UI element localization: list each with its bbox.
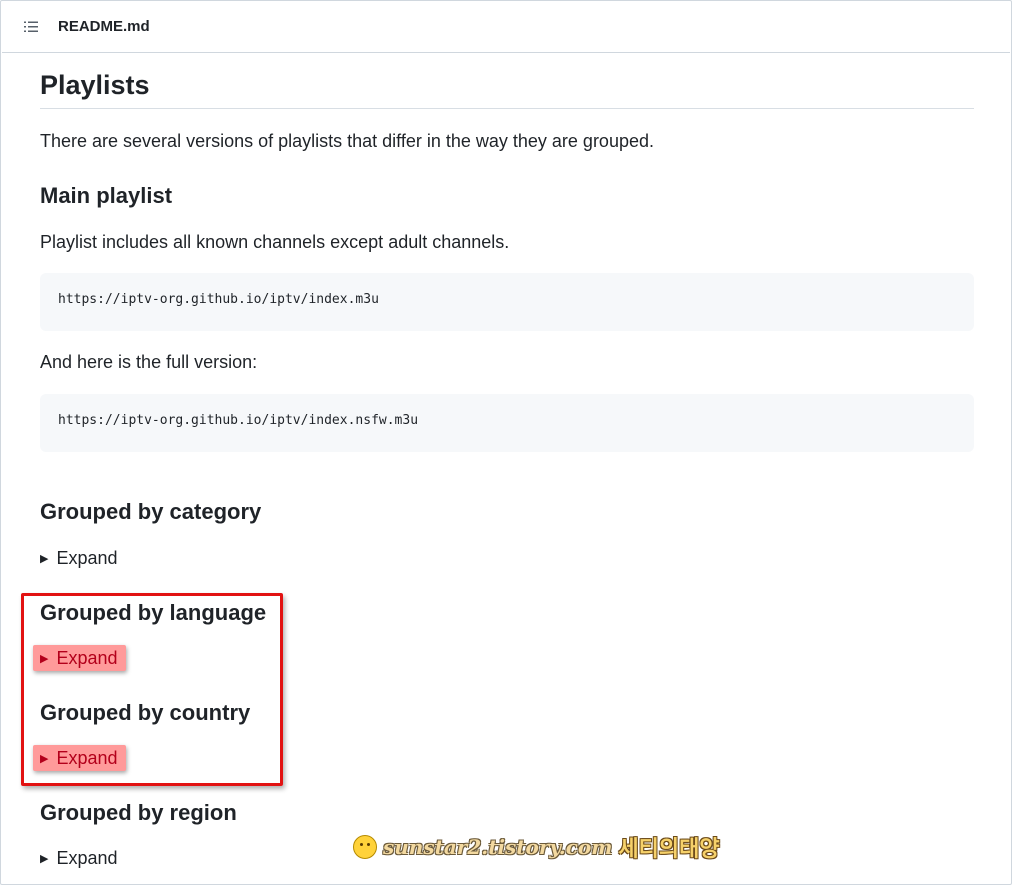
main-playlist-heading: Main playlist <box>40 183 173 208</box>
expand-label: Expand <box>56 547 118 568</box>
category-expand-toggle[interactable]: ▶ Expand <box>40 545 118 571</box>
watermark-site: sunstar2.tistory.com <box>383 835 613 859</box>
category-heading: Grouped by category <box>40 499 262 524</box>
file-header: README.md <box>2 2 1010 53</box>
full-version-paragraph: And here is the full version: <box>40 352 258 372</box>
readme-panel: README.md Playlists There are several ve… <box>0 0 1012 885</box>
watermark-korean: 세티의태양 <box>618 837 720 862</box>
triangle-right-icon: ▶ <box>40 852 49 865</box>
file-name: README.md <box>58 18 150 35</box>
highlight-annotation-box <box>21 593 283 786</box>
full-version-code-block[interactable]: https://iptv-org.github.io/iptv/index.ns… <box>40 394 974 452</box>
main-playlist-code-block[interactable]: https://iptv-org.github.io/iptv/index.m3… <box>40 273 974 331</box>
full-version-url[interactable]: https://iptv-org.github.io/iptv/index.ns… <box>58 413 418 428</box>
smiley-face-icon <box>353 835 377 859</box>
triangle-right-icon: ▶ <box>40 552 49 565</box>
page-title: Playlists <box>40 70 974 109</box>
region-heading: Grouped by region <box>40 800 237 825</box>
main-playlist-url[interactable]: https://iptv-org.github.io/iptv/index.m3… <box>58 292 379 307</box>
region-expand-toggle[interactable]: ▶ Expand <box>40 845 118 871</box>
watermark: sunstar2.tistory.com 세티의태양 <box>353 832 720 862</box>
main-playlist-description: Playlist includes all known channels exc… <box>40 232 510 252</box>
expand-label: Expand <box>56 847 118 868</box>
intro-paragraph: There are several versions of playlists … <box>40 131 654 151</box>
list-unordered-icon[interactable] <box>23 19 39 35</box>
